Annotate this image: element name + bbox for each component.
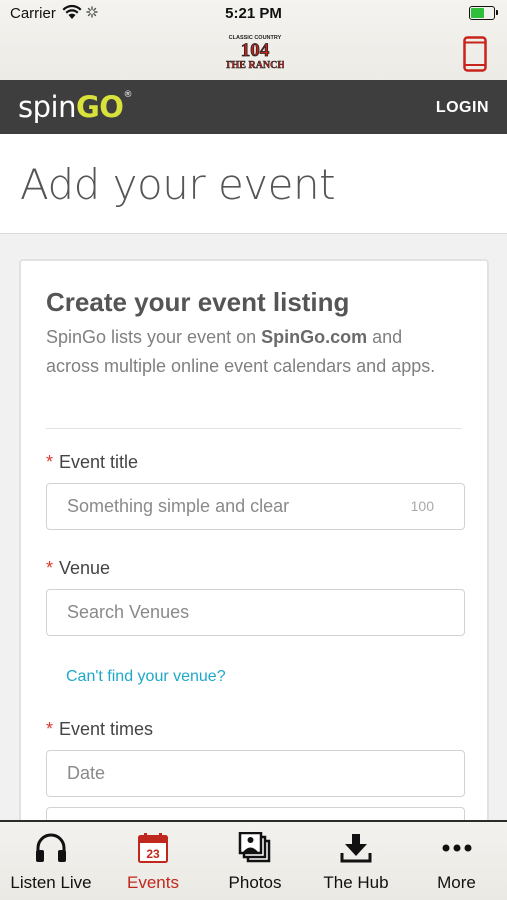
- download-icon: [340, 834, 372, 863]
- tab-listen-live[interactable]: Listen Live: [0, 822, 102, 900]
- station-logo-name: THE RANCH: [226, 60, 284, 71]
- status-bar: Carrier 5:21 PM: [0, 0, 507, 28]
- login-button[interactable]: LOGIN: [436, 99, 489, 117]
- brand-go: GO: [75, 90, 124, 124]
- required-mark: *: [46, 452, 54, 472]
- venue-label: * Venue: [46, 558, 111, 578]
- tab-label: More: [437, 873, 476, 892]
- event-title-label: * Event title: [46, 452, 139, 472]
- battery-icon: [469, 6, 498, 20]
- date-field[interactable]: [46, 750, 465, 797]
- event-times-label: * Event times: [46, 719, 154, 739]
- venue-search-input[interactable]: [47, 590, 464, 635]
- cant-find-venue-link[interactable]: Can't find your venue?: [66, 668, 226, 686]
- tab-label: Events: [127, 873, 179, 892]
- event-title-field[interactable]: 100: [46, 483, 465, 530]
- brand-registered: ®: [123, 90, 132, 100]
- tab-the-hub[interactable]: The Hub: [306, 822, 406, 900]
- tab-more[interactable]: More: [406, 822, 507, 900]
- spingo-logo[interactable]: spinGO®: [18, 90, 132, 124]
- tab-bar: Listen Live 23 Events Photos The Hub Mor…: [0, 820, 507, 900]
- tab-label: Listen Live: [10, 873, 92, 892]
- spingo-navbar: spinGO® LOGIN: [0, 80, 507, 134]
- app-header: Carrier 5:21 PM CLASSIC COUNTRY 104 THE …: [0, 0, 507, 80]
- station-logo: CLASSIC COUNTRY 104 THE RANCH: [226, 35, 284, 71]
- required-mark: *: [46, 558, 54, 578]
- required-mark: *: [46, 719, 54, 739]
- brand-spin: spin: [18, 90, 76, 124]
- calendar-icon: 23: [138, 833, 168, 863]
- event-form-card: Create your event listing SpinGo lists y…: [19, 259, 489, 859]
- page-header: Add your event: [0, 134, 507, 234]
- event-title-counter: 100: [410, 498, 434, 514]
- spingo-link-text: SpinGo.com: [261, 327, 368, 347]
- divider: [46, 428, 462, 429]
- calendar-badge: 23: [146, 847, 160, 861]
- phone-icon[interactable]: [463, 36, 487, 72]
- card-description: SpinGo lists your event on SpinGo.com an…: [46, 327, 436, 376]
- page-title: Add your event: [20, 160, 336, 209]
- tab-label: The Hub: [323, 873, 389, 892]
- clock: 5:21 PM: [225, 5, 282, 22]
- tab-photos[interactable]: Photos: [204, 822, 306, 900]
- venue-field[interactable]: [46, 589, 465, 636]
- photos-icon: [238, 832, 271, 863]
- more-icon: [442, 844, 471, 852]
- headphones-icon: [36, 833, 66, 862]
- date-input[interactable]: [47, 751, 464, 796]
- tab-label: Photos: [228, 873, 282, 892]
- event-title-input[interactable]: [47, 484, 464, 529]
- station-logo-number: 104: [241, 40, 270, 61]
- tab-events[interactable]: 23 Events: [102, 822, 204, 900]
- card-title: Create your event listing: [46, 287, 350, 317]
